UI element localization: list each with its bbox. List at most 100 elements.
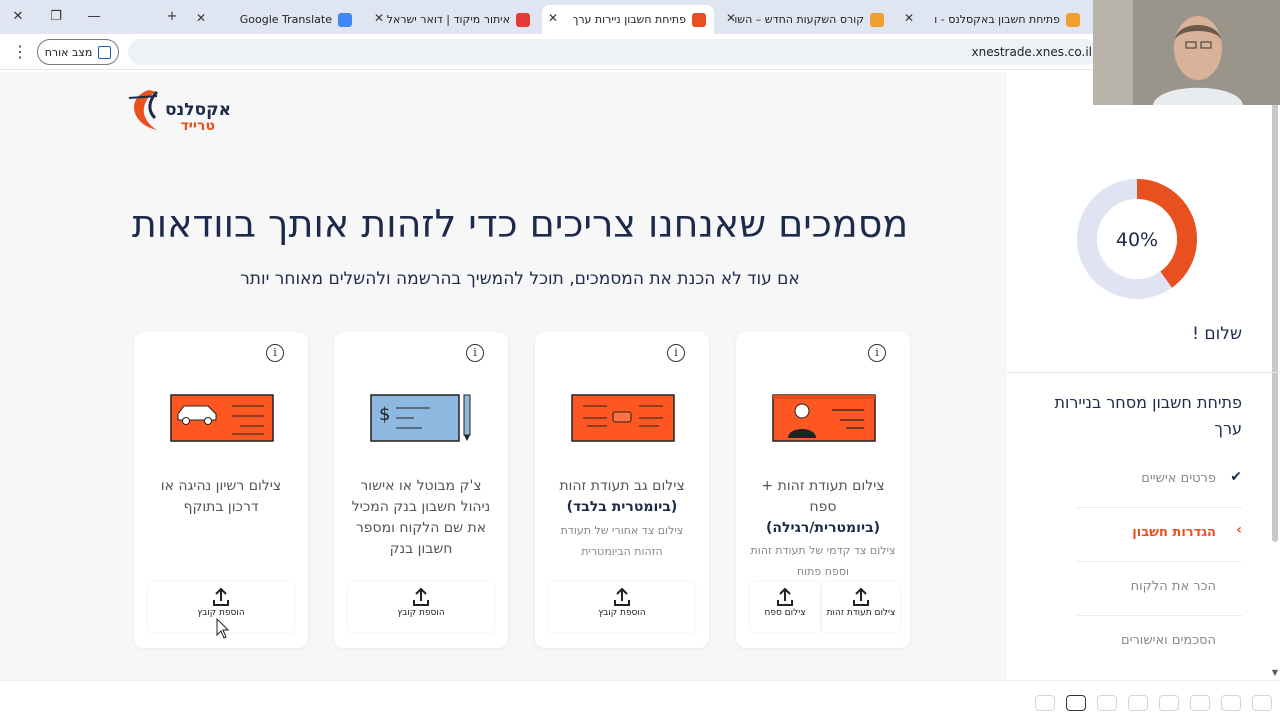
cheque-illustration-icon: $ [370, 394, 471, 442]
tab-label: פתיחת חשבון באקסלנס - ו [934, 13, 1060, 26]
progress-sidebar: ▼ 40% שלום ! פתיחת חשבון מסחר בניירות ער… [1007, 72, 1280, 680]
copy-icon[interactable] [1159, 695, 1179, 711]
card-title-line: צילום תעודת זהות + [761, 478, 885, 494]
israel-post-favicon-icon [516, 12, 530, 27]
document-card-id-back: i צילום גב תעודת זהות (ביומטרית בלבד) צי… [535, 332, 709, 648]
video-camera-icon[interactable] [1066, 695, 1086, 711]
upload-icon [614, 588, 630, 606]
divider [1007, 372, 1280, 373]
upload-label: הוספת קובץ [197, 608, 245, 618]
guest-mode-button[interactable]: מצב אורח [37, 39, 119, 65]
translate-favicon-icon [338, 12, 352, 27]
document-card-license: i צילום רשיון נהיגה או דרכון בתוקף הוספת… [134, 332, 308, 648]
scrollbar[interactable] [1272, 102, 1278, 542]
menu-dots-icon[interactable]: ⋮ [12, 42, 28, 61]
excellence-favicon-icon [692, 12, 706, 27]
guest-profile-icon [98, 45, 112, 59]
tab-strip: ✕ ❐ — + ✕ Google Translate ✕ איתור מיקוד… [0, 0, 1280, 34]
page-title: מסמכים שאנחנו צריכים כדי לזהות אותך בווד… [131, 202, 909, 246]
checkmark-icon: ✔ [1230, 469, 1242, 485]
upload-id-button[interactable]: צילום תעודת זהות [822, 582, 900, 632]
info-icon[interactable]: i [667, 344, 685, 362]
info-icon[interactable]: i [466, 344, 484, 362]
close-tab-icon[interactable]: ✕ [374, 11, 384, 25]
tab-investment-course[interactable]: ✕ קורס השקעות החדש – השו [720, 5, 892, 34]
minimize-window-icon[interactable]: — [84, 8, 104, 26]
card-title: צ'ק מבוטל או אישור ניהול חשבון בנק המכיל… [351, 478, 491, 557]
upload-icon [777, 588, 793, 606]
url-text: xnestrade.xnes.co.il [971, 45, 1092, 59]
upload-label: הוספת קובץ [598, 608, 646, 618]
tab-label: פתיחת חשבון ניירות ערך [572, 13, 686, 26]
upload-file-button[interactable]: הוספת קובץ [549, 582, 695, 632]
tab-google-translate[interactable]: ✕ Google Translate [190, 5, 360, 34]
card-title: צילום גב תעודת זהות (ביומטרית בלבד) [545, 476, 699, 518]
upload-label: צילום ספח [764, 608, 806, 618]
upload-appendix-button[interactable]: צילום ספח [750, 582, 820, 632]
chevron-left-icon: ‹ [1236, 522, 1242, 538]
restore-window-icon[interactable]: ❐ [46, 8, 66, 26]
step-personal-details[interactable]: פרטים אישיים [1141, 471, 1216, 486]
close-tab-icon[interactable]: ✕ [726, 11, 736, 25]
document-card-cheque: i $ צ'ק מבוטל או אישור ניהול חשבון בנק ה… [334, 332, 508, 648]
upload-label: הוספת קובץ [397, 608, 445, 618]
card-title-bold: (ביומטרית/רגילה) [765, 520, 881, 536]
tab-label: Google Translate [239, 13, 332, 26]
excellence-trade-logo[interactable]: אקסלנס טרייד [127, 86, 237, 136]
logo-brand-text: אקסלנס [165, 100, 231, 120]
zoom-icon[interactable] [1128, 695, 1148, 711]
card-description: צילום צד קדמי של תעודת זהות וספח פתוח [750, 544, 896, 578]
document-card-id: i צילום תעודת זהות + ספח (ביומטרית/רגילה… [736, 332, 910, 648]
tab-label: איתור מיקוד | דואר ישראל [386, 13, 510, 26]
card-title-line: ספח [809, 499, 837, 515]
webcam-overlay [1093, 0, 1280, 105]
main-content: אקסלנס טרייד מסמכים שאנחנו צריכים כדי לז… [0, 72, 1007, 680]
tab-account-opening[interactable]: ✕ פתיחת חשבון ניירות ערך [542, 5, 714, 34]
upload-label: צילום תעודת זהות [826, 608, 896, 618]
card-title-bold: (ביומטרית בלבד) [566, 499, 678, 515]
tab-label: קורס השקעות החדש – השו [734, 13, 864, 26]
guest-mode-label: מצב אורח [44, 45, 93, 59]
greeting: שלום ! [1192, 324, 1242, 344]
section-title: פתיחת חשבון מסחר בניירות ערך [1054, 393, 1242, 438]
step-agreements[interactable]: הסכמים ואישורים [1121, 633, 1216, 648]
license-illustration-icon [170, 394, 274, 442]
step-account-settings[interactable]: הגדרות חשבון [1132, 525, 1216, 540]
more-icon[interactable] [1035, 695, 1055, 711]
id-card-illustration-icon [772, 394, 876, 442]
card-title-line: צילום גב תעודת זהות [559, 478, 685, 494]
divider [1077, 561, 1242, 562]
new-tab-icon[interactable]: + [162, 8, 182, 26]
tab-israel-post[interactable]: ✕ איתור מיקוד | דואר ישראל [368, 5, 538, 34]
card-title: צילום רשיון נהיגה או דרכון בתוקף [160, 478, 282, 515]
close-tab-icon[interactable]: ✕ [904, 11, 914, 25]
browser-chrome: ✕ ❐ — + ✕ Google Translate ✕ איתור מיקוד… [0, 0, 1280, 72]
info-icon[interactable]: i [266, 344, 284, 362]
r-favicon-icon [870, 12, 884, 27]
upload-file-button[interactable]: הוספת קובץ [348, 582, 494, 632]
scroll-down-icon[interactable]: ▼ [1272, 668, 1278, 677]
svg-text:$: $ [379, 404, 390, 425]
screen-icon[interactable] [1097, 695, 1117, 711]
next-icon[interactable] [1252, 695, 1272, 711]
card-title: צילום תעודת זהות + ספח (ביומטרית/רגילה) [746, 476, 900, 539]
page-subtitle: אם עוד לא הכנת את המסמכים, תוכל להמשיך ב… [240, 269, 800, 289]
url-bar[interactable]: xnestrade.xnes.co.il [128, 39, 1098, 65]
pen-icon[interactable] [1190, 695, 1210, 711]
close-window-icon[interactable]: ✕ [8, 8, 28, 26]
tab-excellence-account[interactable]: ✕ פתיחת חשבון באקסלנס - ו [898, 5, 1088, 34]
presenter-video-icon [1093, 0, 1280, 105]
upload-icon [413, 588, 429, 606]
player-toolbar [0, 680, 1280, 720]
mouse-cursor-icon [216, 618, 230, 639]
info-icon[interactable]: i [868, 344, 886, 362]
address-bar-row: ⋮ מצב אורח xnestrade.xnes.co.il [0, 34, 1280, 70]
r-favicon-icon [1066, 12, 1080, 27]
step-know-customer[interactable]: הכר את הלקוח [1131, 579, 1216, 594]
previous-icon[interactable] [1221, 695, 1241, 711]
divider [1077, 507, 1242, 508]
divider [1077, 615, 1242, 616]
id-back-illustration-icon [571, 394, 675, 442]
close-tab-icon[interactable]: ✕ [548, 11, 558, 25]
close-tab-icon[interactable]: ✕ [196, 11, 206, 25]
